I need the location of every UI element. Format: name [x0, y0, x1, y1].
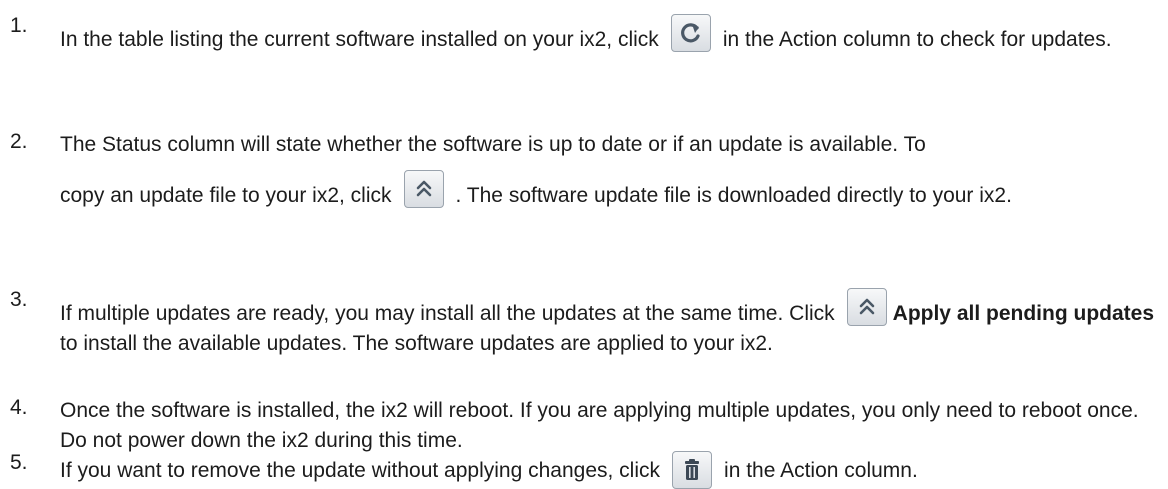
step-number: 4.: [10, 396, 28, 419]
step-text-after: to install the available updates. The so…: [60, 332, 773, 355]
step-text-before: copy an update file to your ix2, click: [60, 184, 392, 207]
step-text-before: In the table listing the current softwar…: [60, 28, 659, 51]
update-icon: [846, 288, 887, 326]
step-text: In the table listing the current softwar…: [60, 14, 1155, 55]
apply-all-pending-updates-label: Apply all pending updates: [892, 302, 1155, 325]
step-text-line1: The Status column will state whether the…: [60, 133, 926, 156]
update-icon: [403, 170, 444, 208]
step-text-before: If multiple updates are ready, you may i…: [60, 302, 835, 325]
step-text-after: . The software update file is downloaded…: [455, 184, 1012, 207]
step-text: Once the software is installed, the ix2 …: [60, 399, 1139, 452]
step-number: 5.: [10, 451, 28, 474]
step-text-before: If you want to remove the update without…: [60, 459, 661, 482]
step-text-after: in the Action column.: [724, 459, 918, 482]
step-text: If multiple updates are ready, you may i…: [60, 288, 1155, 359]
step-text-after: in the Action column to check for update…: [722, 28, 1112, 51]
step-number: 3.: [10, 288, 28, 311]
step-number: 2.: [10, 130, 28, 153]
step-number: 1.: [10, 14, 28, 37]
refresh-icon: [670, 14, 711, 52]
step-text: The Status column will state whether the…: [60, 130, 1155, 211]
trash-icon: [672, 451, 713, 489]
step-text: If you want to remove the update without…: [60, 451, 1155, 489]
